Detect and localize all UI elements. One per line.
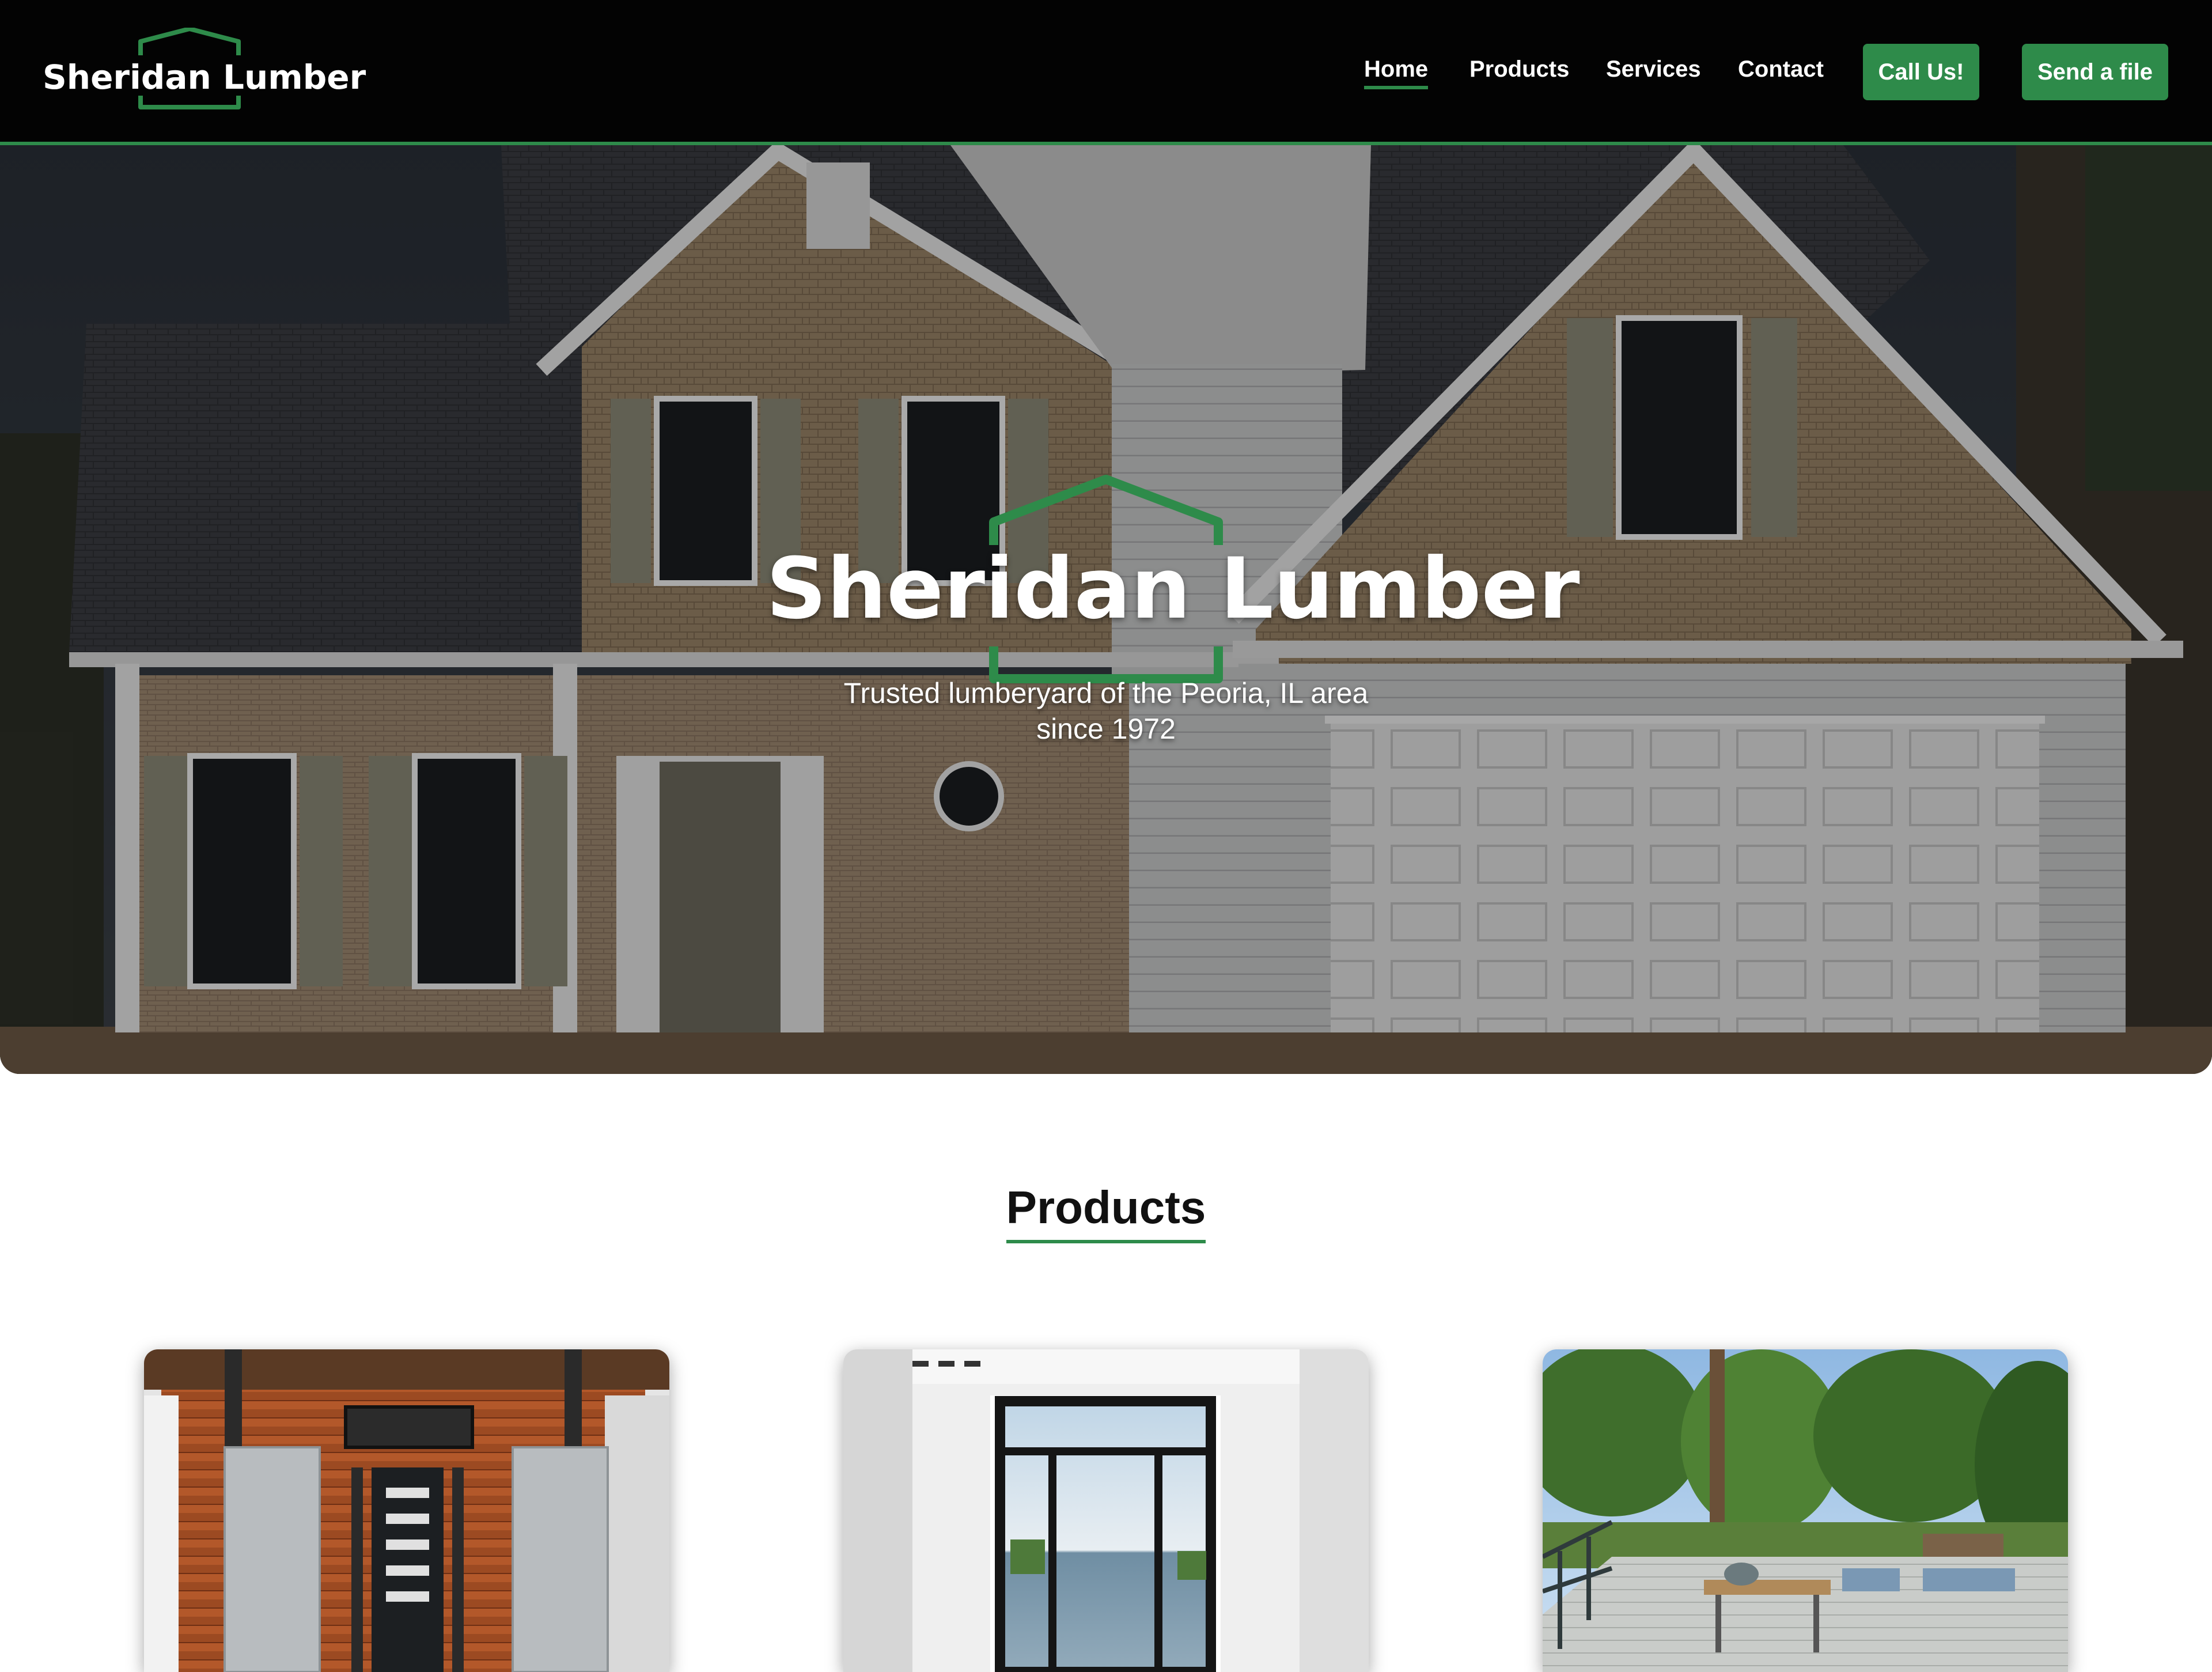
product-image-window [843, 1349, 1369, 1672]
product-card-decking[interactable] [1543, 1349, 2068, 1672]
logo-wordmark: Sheridan Lumber [43, 58, 366, 97]
nav-contact-link[interactable]: Contact [1738, 56, 1824, 82]
hero-logo: Sheridan Lumber [766, 474, 1580, 704]
product-image-front-entry [144, 1349, 669, 1672]
hero-subtitle-line1: Trusted lumberyard of the Peoria, IL are… [843, 677, 1369, 709]
hero-banner: Sheridan Lumber Trusted lumberyard of th… [0, 145, 2212, 1074]
site-header: Sheridan Lumber Home Products Services C… [0, 0, 2212, 145]
site-logo[interactable]: Sheridan Lumber [43, 28, 366, 114]
product-card-windows[interactable] [843, 1349, 1369, 1672]
hero-subtitle-line2: since 1972 [1036, 713, 1176, 745]
call-us-button[interactable]: Call Us! [1863, 44, 1979, 100]
send-file-button[interactable]: Send a file [2022, 44, 2168, 100]
nav-products-link[interactable]: Products [1469, 56, 1569, 82]
hero-title: Sheridan Lumber [766, 540, 1580, 638]
product-image-deck [1543, 1349, 2068, 1672]
product-card-doors[interactable] [144, 1349, 669, 1672]
products-section-heading: Products [0, 1181, 2212, 1243]
products-heading-text: Products [1006, 1181, 1206, 1243]
hero-subtitle: Trusted lumberyard of the Peoria, IL are… [789, 675, 1423, 747]
nav-home-link[interactable]: Home [1364, 56, 1429, 89]
nav-services-link[interactable]: Services [1606, 56, 1701, 82]
